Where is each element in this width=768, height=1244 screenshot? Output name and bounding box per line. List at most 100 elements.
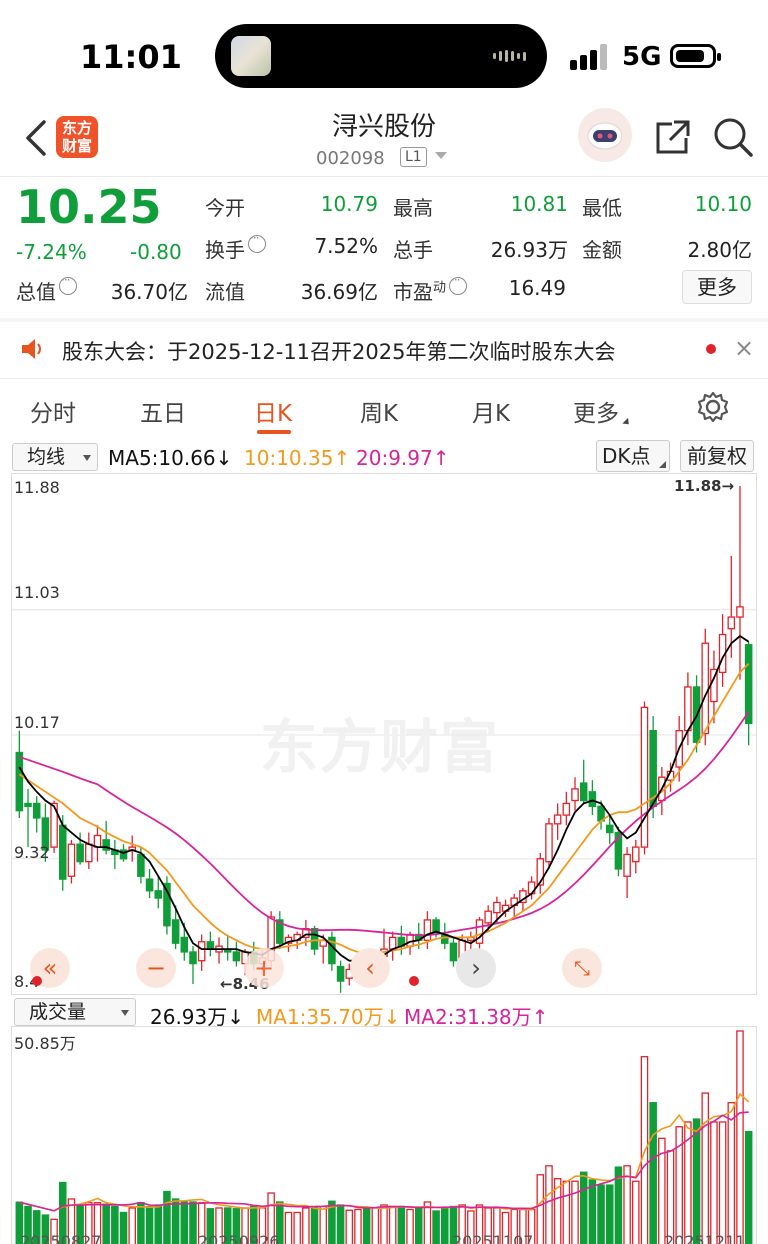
volume-bar[interactable] — [302, 1207, 310, 1244]
candle[interactable] — [15, 751, 24, 812]
candle[interactable] — [76, 843, 84, 863]
volume-bar[interactable] — [406, 1208, 414, 1244]
volume-bar[interactable] — [310, 1205, 319, 1244]
volume-bar[interactable] — [180, 1201, 189, 1244]
scroll-left-icon[interactable]: ‹ — [350, 948, 390, 988]
volume-bar[interactable] — [388, 1205, 397, 1244]
candle[interactable] — [605, 824, 614, 834]
volume-bar[interactable] — [666, 1150, 675, 1244]
candle[interactable] — [189, 951, 197, 965]
candle[interactable] — [145, 878, 154, 892]
candle[interactable] — [640, 706, 649, 848]
candle[interactable] — [171, 919, 180, 944]
notice-bar[interactable]: 股东大会：于2025-12-11召开2025年第二次临时股东大会 × — [0, 322, 768, 378]
candle[interactable] — [58, 824, 67, 880]
info-dots-icon[interactable] — [248, 231, 266, 253]
volume-bar[interactable] — [154, 1204, 163, 1244]
volume-bar[interactable] — [588, 1179, 597, 1244]
candle[interactable] — [67, 843, 76, 877]
tab-more[interactable]: 更多 — [573, 394, 632, 428]
volume-bar[interactable] — [414, 1207, 423, 1244]
candle[interactable] — [545, 823, 553, 863]
pe-label[interactable]: 市盈动 — [393, 273, 468, 305]
candle[interactable] — [137, 853, 145, 877]
zoom-out-icon[interactable]: − — [136, 948, 176, 988]
volume-bar[interactable] — [371, 1207, 380, 1244]
candle[interactable] — [484, 910, 492, 924]
volume-bar[interactable] — [727, 1102, 736, 1244]
volume-bar[interactable] — [128, 1207, 136, 1244]
tab-daily-k[interactable]: 日K — [254, 394, 292, 428]
candle[interactable] — [493, 901, 501, 914]
volume-bar[interactable] — [119, 1211, 128, 1244]
candle[interactable] — [197, 941, 206, 962]
candle[interactable] — [154, 890, 163, 899]
volume-bar[interactable] — [692, 1118, 701, 1244]
volume-bar[interactable] — [380, 1204, 388, 1244]
volume-bar[interactable] — [632, 1180, 640, 1244]
turnover-label[interactable]: 换手 — [205, 231, 266, 263]
volume-bar[interactable] — [536, 1174, 545, 1244]
volume-bar[interactable] — [397, 1205, 406, 1244]
volume-bar[interactable] — [432, 1210, 440, 1244]
volume-bar[interactable] — [605, 1184, 614, 1244]
volume-bar[interactable] — [345, 1209, 354, 1244]
volume-bar[interactable] — [137, 1202, 145, 1244]
candle[interactable] — [85, 843, 93, 863]
candle[interactable] — [423, 919, 432, 941]
candle[interactable] — [32, 802, 41, 819]
volume-bar[interactable] — [545, 1165, 553, 1244]
volume-bar[interactable] — [718, 1121, 727, 1244]
candle[interactable] — [632, 846, 640, 863]
candle[interactable] — [449, 942, 458, 962]
volume-bar[interactable] — [744, 1130, 753, 1244]
volume-bar[interactable] — [171, 1198, 180, 1244]
candle[interactable] — [24, 802, 32, 808]
tab-five-day[interactable]: 五日 — [140, 394, 186, 428]
candle[interactable] — [571, 788, 579, 802]
candle[interactable] — [701, 642, 710, 735]
share-icon[interactable] — [652, 118, 692, 158]
candle[interactable] — [579, 782, 588, 802]
volume-indicator-select[interactable]: 成交量 — [14, 998, 136, 1026]
chevron-down-icon[interactable] — [435, 152, 447, 159]
volume-bar[interactable] — [189, 1201, 197, 1244]
candle[interactable] — [736, 606, 744, 618]
volume-bar[interactable] — [284, 1211, 293, 1244]
volume-bar[interactable] — [145, 1205, 154, 1244]
volume-bar[interactable] — [354, 1208, 362, 1244]
candle[interactable] — [406, 933, 414, 947]
volume-bar[interactable] — [163, 1190, 171, 1244]
tab-intraday[interactable]: 分时 — [30, 394, 76, 428]
candle[interactable] — [562, 802, 571, 816]
event-dot[interactable] — [409, 976, 419, 986]
volume-bar[interactable] — [649, 1102, 657, 1244]
candle[interactable] — [684, 686, 692, 732]
dk-point-button[interactable]: DK点 — [596, 440, 670, 472]
volume-bar[interactable] — [710, 1121, 718, 1244]
market-cap-label[interactable]: 总值 — [16, 273, 77, 305]
zoom-in-icon[interactable]: + — [244, 948, 284, 988]
close-icon[interactable]: × — [734, 334, 754, 362]
scroll-right-icon[interactable]: › — [456, 948, 496, 988]
candle[interactable] — [388, 936, 397, 950]
volume-bar[interactable] — [423, 1201, 432, 1244]
candle[interactable] — [744, 644, 753, 725]
volume-bar[interactable] — [736, 1030, 744, 1244]
tab-monthly-k[interactable]: 月K — [472, 394, 510, 428]
candle[interactable] — [623, 853, 631, 877]
candle[interactable] — [232, 951, 241, 962]
candle[interactable] — [588, 791, 597, 808]
candle[interactable] — [336, 965, 345, 982]
volume-bar[interactable] — [571, 1180, 579, 1244]
volume-bar[interactable] — [102, 1203, 110, 1244]
adjust-button[interactable]: 前复权 — [680, 440, 754, 472]
volume-bar[interactable] — [319, 1205, 327, 1244]
fullscreen-icon[interactable]: ⤡ — [562, 948, 602, 988]
volume-chart[interactable] — [11, 1026, 757, 1244]
more-button[interactable]: 更多 — [682, 270, 752, 304]
info-dots-icon[interactable] — [59, 273, 77, 295]
ai-robot-icon[interactable] — [578, 108, 632, 162]
volume-bar[interactable] — [336, 1204, 345, 1244]
candle[interactable] — [553, 814, 562, 825]
